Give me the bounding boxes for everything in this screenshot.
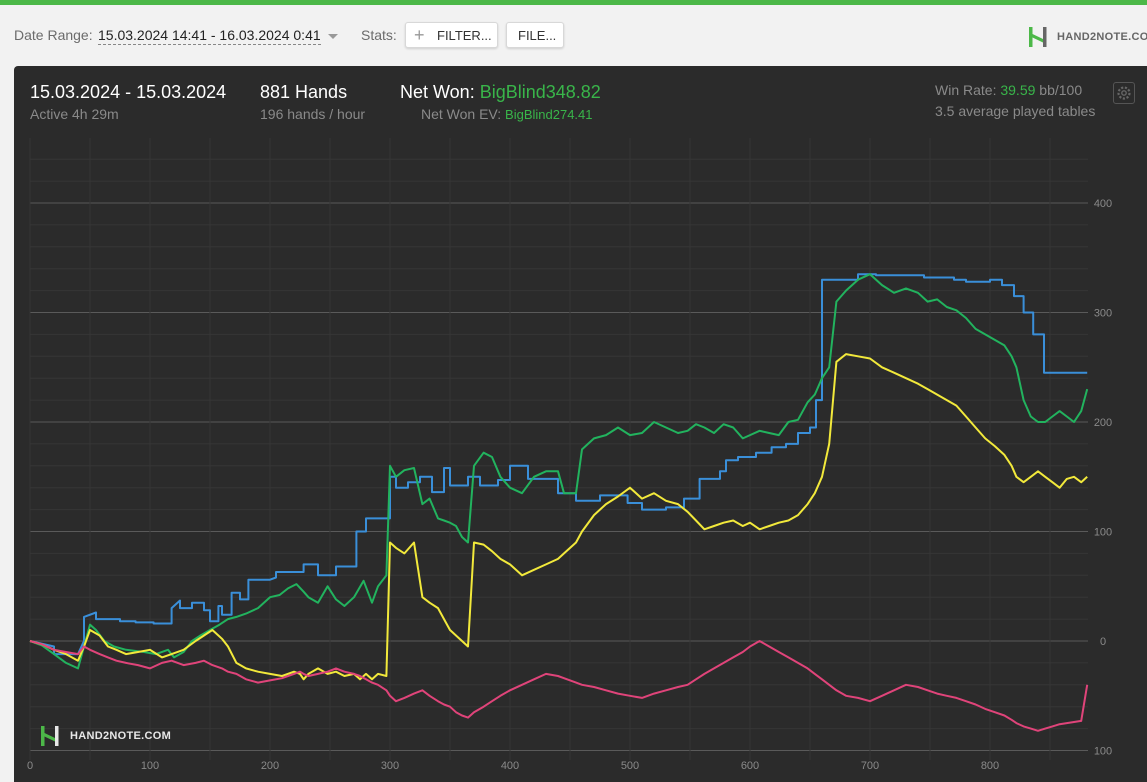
y-tick-label: 100 xyxy=(1094,527,1112,539)
x-tick-label: 400 xyxy=(501,760,519,772)
series-line-3 xyxy=(29,353,1088,681)
x-tick-label: 500 xyxy=(621,760,639,772)
y-tick-label: 0 xyxy=(1100,636,1106,648)
x-tick-label: 800 xyxy=(981,760,999,772)
winnings-graph[interactable]: 0 100 200 300 400 500 600 700 800 400 300 200 100 0 10… xyxy=(0,0,1147,782)
y-tick-label: 100 xyxy=(1094,746,1112,758)
hand2note-watermark-icon xyxy=(41,726,59,746)
series-line-4 xyxy=(29,640,1089,732)
graph-lines xyxy=(29,273,1089,732)
x-tick-label: 300 xyxy=(381,760,399,772)
watermark-text: HAND2NOTE.COM xyxy=(70,730,172,742)
series-line-2 xyxy=(29,273,1089,670)
grid-lines xyxy=(29,138,1088,760)
y-tick-label: 400 xyxy=(1094,198,1112,210)
x-tick-label: 0 xyxy=(27,760,33,772)
x-tick-label: 700 xyxy=(861,760,879,772)
x-tick-label: 200 xyxy=(261,760,279,772)
x-tick-label: 100 xyxy=(141,760,159,772)
x-tick-label: 600 xyxy=(741,760,759,772)
y-tick-label: 300 xyxy=(1094,308,1112,320)
watermark: HAND2NOTE.COM xyxy=(38,724,171,748)
y-tick-label: 200 xyxy=(1094,417,1112,429)
